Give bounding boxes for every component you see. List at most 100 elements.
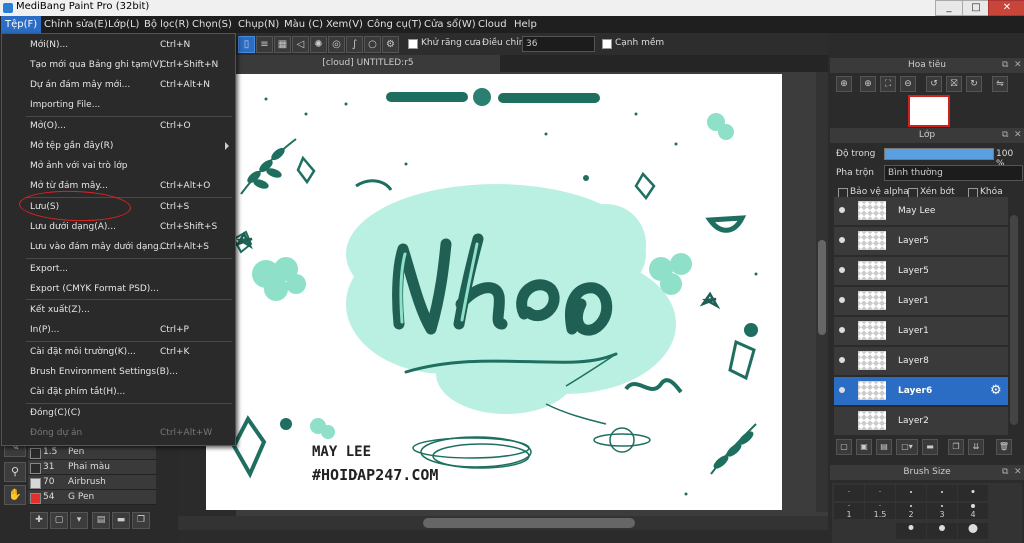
brush-size-cell[interactable]	[927, 523, 957, 539]
layer-row[interactable]: Layer1	[834, 287, 1008, 317]
menu-item-save-as[interactable]: Lưu dưới dạng(A)... Ctrl+Shift+S	[2, 217, 235, 237]
brush-size-cell[interactable]	[958, 485, 988, 501]
fit-icon[interactable]: ⛶	[880, 76, 896, 92]
horizontal-scrollbar[interactable]	[176, 516, 828, 530]
merge-layer-icon[interactable]: ⇊	[968, 439, 984, 455]
grid-icon[interactable]: ▦	[274, 36, 291, 53]
menu-view[interactable]: Xem(V)	[322, 16, 367, 33]
horizontal-scroll-thumb[interactable]	[423, 518, 635, 528]
eyedropper-icon[interactable]: ⚲	[4, 462, 26, 482]
layer-visibility-icon[interactable]	[839, 297, 845, 303]
navigator-thumbnail[interactable]	[908, 95, 950, 127]
new-layer-1bit-icon[interactable]: ▤	[876, 439, 892, 455]
radial-icon[interactable]: ✺	[310, 36, 327, 53]
new-layer-icon[interactable]: ▢	[836, 439, 852, 455]
delete-layer-icon[interactable]: 🗑	[996, 439, 1012, 455]
panel-popout-icon[interactable]: ⧉	[1002, 58, 1008, 73]
maximize-button[interactable]: □	[962, 0, 990, 16]
zoom-in-2-icon[interactable]: ⊕	[860, 76, 876, 92]
brush-size-cell[interactable]	[958, 523, 988, 539]
brush-size-cell[interactable]: 1.5	[865, 503, 895, 519]
brush-size-cell[interactable]	[834, 485, 864, 501]
settings-gear-icon[interactable]: ⚙	[382, 36, 399, 53]
menu-help[interactable]: Help	[510, 16, 541, 33]
menu-item-brush-env-settings[interactable]: Brush Environment Settings(B)...	[2, 362, 235, 382]
brush-item[interactable]: 1.5 Pen	[28, 445, 156, 460]
zoom-out-icon[interactable]: ⊖	[900, 76, 916, 92]
layer-visibility-icon[interactable]	[839, 207, 845, 213]
layer-row-selected[interactable]: Layer6 ⚙	[834, 377, 1008, 407]
soft-edge-checkbox[interactable]	[602, 39, 612, 49]
menu-window[interactable]: Cửa sổ(W)	[420, 16, 480, 33]
layer-row[interactable]: Layer5	[834, 257, 1008, 287]
menu-item-print[interactable]: In(P)... Ctrl+P	[2, 320, 235, 340]
layers-scrollbar[interactable]	[1010, 215, 1018, 425]
brush-size-cell[interactable]	[896, 485, 926, 501]
opacity-slider[interactable]	[884, 148, 994, 160]
close-button[interactable]: ✕	[988, 0, 1024, 16]
layer-visibility-icon[interactable]	[839, 267, 845, 273]
brush-item[interactable]: 54 G Pen	[28, 490, 156, 505]
curve-icon[interactable]: ∫	[346, 36, 363, 53]
menu-item-export[interactable]: Export...	[2, 259, 235, 279]
brush-add-icon[interactable]: ✚	[30, 512, 48, 529]
menu-filter[interactable]: Bộ lọc(R)	[140, 16, 193, 33]
menu-item-save-to-cloud-as[interactable]: Lưu vào đám mây dưới dạng... Ctrl+Alt+S	[2, 237, 235, 257]
rotate-right-icon[interactable]: ↻	[966, 76, 982, 92]
vertical-scroll-thumb[interactable]	[818, 240, 826, 335]
drawing-canvas[interactable]: MAY LEE #HOIDAP247.COM	[206, 74, 782, 510]
brush-item[interactable]: 70 Airbrush	[28, 475, 156, 490]
brush-size-cell[interactable]: 2	[896, 503, 926, 519]
brush-new-icon[interactable]: ▢	[50, 512, 68, 529]
menu-edit[interactable]: Chỉnh sửa(E)	[40, 16, 112, 33]
menu-item-new[interactable]: Mới(N)... Ctrl+N	[2, 35, 235, 55]
concentric-icon[interactable]: ◎	[328, 36, 345, 53]
perspective-icon[interactable]: ◁	[292, 36, 309, 53]
blend-mode-select[interactable]: Bình thường	[884, 165, 1023, 181]
antialias-checkbox[interactable]	[408, 39, 418, 49]
layer-row[interactable]: Layer2	[834, 407, 1008, 437]
brush-size-cell[interactable]: 4	[958, 503, 988, 519]
menu-item-render[interactable]: Kết xuất(Z)...	[2, 300, 235, 320]
brush-size-cell[interactable]	[927, 485, 957, 501]
layer-settings-gear-icon[interactable]: ⚙	[990, 383, 1002, 398]
lines-icon[interactable]: ≡	[256, 36, 273, 53]
new-layer-8bit-icon[interactable]: ▣	[856, 439, 872, 455]
menu-item-close[interactable]: Đóng(C)(C)	[2, 403, 235, 423]
layer-visibility-icon[interactable]	[839, 357, 845, 363]
panel-close-icon[interactable]: ✕	[1014, 128, 1022, 143]
brush-options-icon[interactable]: ▾	[70, 512, 88, 529]
brush-size-cell[interactable]	[896, 523, 926, 539]
hand-tool-icon[interactable]: ✋	[4, 485, 26, 505]
menu-item-import-file[interactable]: Importing File...	[2, 95, 235, 115]
zoom-in-icon[interactable]: ⊕	[836, 76, 852, 92]
layer-visibility-icon[interactable]	[839, 387, 845, 393]
menu-item-new-cloud-project[interactable]: Dự án đám mây mới... Ctrl+Alt+N	[2, 75, 235, 95]
duplicate-layer-icon[interactable]: ❐	[948, 439, 964, 455]
minimize-button[interactable]: _	[935, 0, 963, 16]
layer-visibility-icon[interactable]	[839, 237, 845, 243]
document-tab[interactable]: [cloud] UNTITLED:r5	[236, 55, 500, 72]
layer-row[interactable]: Layer8	[834, 347, 1008, 377]
menu-cloud[interactable]: Cloud	[474, 16, 511, 33]
brush-size-cell[interactable]	[865, 485, 895, 501]
menu-item-open[interactable]: Mở(O)... Ctrl+O	[2, 116, 235, 136]
panel-popout-icon[interactable]: ⧉	[1002, 128, 1008, 143]
panel-close-icon[interactable]: ✕	[1014, 58, 1022, 73]
brush-item[interactable]: 31 Phai màu	[28, 460, 156, 475]
reset-view-icon[interactable]: ⛝	[946, 76, 962, 92]
brush-size-cell[interactable]: 1	[834, 503, 864, 519]
menu-item-open-recent[interactable]: Mở tệp gần đây(R)	[2, 136, 235, 156]
flip-icon[interactable]: ⇋	[992, 76, 1008, 92]
layer-visibility-icon[interactable]	[839, 327, 845, 333]
panel-close-icon[interactable]: ✕	[1014, 465, 1022, 480]
brush-size-cell[interactable]: 3	[927, 503, 957, 519]
brush-copy-icon[interactable]: ▤	[92, 512, 110, 529]
circle-icon[interactable]: ○	[364, 36, 381, 53]
menu-item-open-as-layer[interactable]: Mở ảnh với vai trò lớp	[2, 156, 235, 176]
menu-file[interactable]: Tệp(F)	[1, 16, 42, 33]
menu-color[interactable]: Màu (C)	[280, 16, 327, 33]
adjust-select[interactable]: 36	[522, 36, 595, 52]
menu-item-new-from-clipboard[interactable]: Tạo mới qua Bảng ghi tạm(V) Ctrl+Shift+N	[2, 55, 235, 75]
add-layer-menu-icon[interactable]: ▢▾	[896, 439, 918, 455]
